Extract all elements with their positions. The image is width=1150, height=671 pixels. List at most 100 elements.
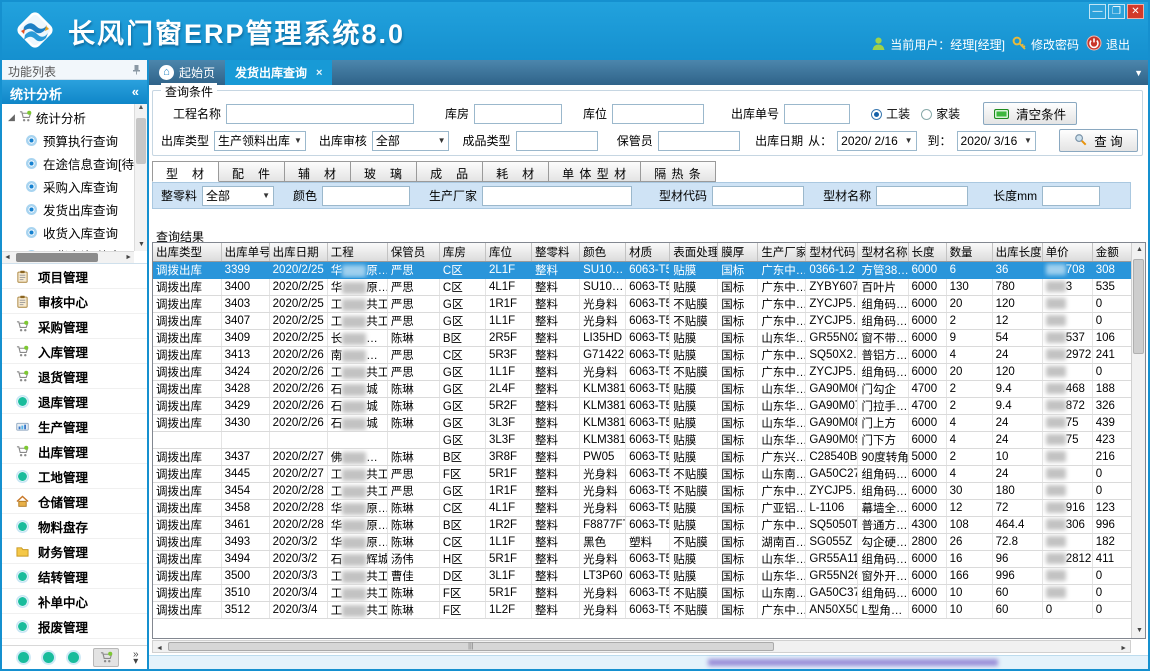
- table-row[interactable]: 调拨出库34372020/2/27佛…陈琳B区3R8F整料PW056063-T5…: [153, 449, 1138, 466]
- table-row[interactable]: 调拨出库34072020/2/25工共工程严思G区1L1F整料光身料6063-T…: [153, 313, 1138, 330]
- table-horizontal-scrollbar[interactable]: ◄|||►: [152, 640, 1131, 653]
- column-header-生产厂家[interactable]: 生产厂家: [758, 243, 806, 262]
- dot-icon[interactable]: [68, 652, 79, 663]
- profile-code-input[interactable]: [712, 186, 804, 206]
- column-header-保管员[interactable]: 保管员: [387, 243, 439, 262]
- material-tab-配件[interactable]: 配 件: [219, 161, 285, 182]
- outbound-type-select[interactable]: 生产领料出库▼: [214, 131, 306, 151]
- table-row[interactable]: 调拨出库34612020/2/28华原…陈琳B区1R2F整料F8877FT606…: [153, 517, 1138, 534]
- column-header-单价[interactable]: 单价: [1042, 243, 1092, 262]
- table-row[interactable]: 调拨出库34282020/2/26石城陈琳G区2L4F整料KLM38176063…: [153, 381, 1138, 398]
- material-tab-辅材[interactable]: 辅 材: [285, 161, 351, 182]
- length-input[interactable]: [1042, 186, 1100, 206]
- sidebar-item-财务管理[interactable]: 财务管理: [2, 539, 147, 564]
- whole-part-select[interactable]: 全部▼: [202, 186, 274, 206]
- sidebar-item-结转管理[interactable]: 结转管理: [2, 564, 147, 589]
- column-header-工程[interactable]: 工程: [327, 243, 387, 262]
- table-row[interactable]: 调拨出库34302020/2/26石城陈琳G区3L3F整料KLM38176063…: [153, 415, 1138, 432]
- sidebar-item-生产管理[interactable]: 生产管理: [2, 414, 147, 439]
- minimize-button[interactable]: —: [1089, 4, 1106, 19]
- date-to-picker[interactable]: 2020/ 3/16▼: [957, 131, 1036, 151]
- tab-close-icon[interactable]: ×: [316, 67, 322, 79]
- dot-icon[interactable]: [18, 652, 29, 663]
- column-header-表面处理[interactable]: 表面处理: [670, 243, 718, 262]
- sidebar-item-补单中心[interactable]: 补单中心: [2, 589, 147, 614]
- tab-overflow-icon[interactable]: ▼: [1134, 68, 1143, 78]
- tab-home[interactable]: ⌂ 起始页: [149, 60, 225, 85]
- sidebar-item-项目管理[interactable]: 项目管理: [2, 264, 147, 289]
- tree-item-采购入库查询[interactable]: 采购入库查询: [8, 175, 133, 198]
- sidebar-item-仓储管理[interactable]: 仓储管理: [2, 489, 147, 514]
- table-row[interactable]: 调拨出库35102020/3/4工共工程陈琳F区5R1F整料光身料6063-T5…: [153, 585, 1138, 602]
- column-header-材质[interactable]: 材质: [626, 243, 670, 262]
- column-header-出库长度[interactable]: 出库长度: [992, 243, 1042, 262]
- material-tab-单体型材[interactable]: 单 体 型 材: [549, 161, 641, 182]
- sidebar-item-物料盘存[interactable]: 物料盘存: [2, 514, 147, 539]
- sidebar-item-报废管理[interactable]: 报废管理: [2, 614, 147, 639]
- material-tab-成品[interactable]: 成 品: [417, 161, 483, 182]
- column-header-库房[interactable]: 库房: [439, 243, 485, 262]
- clear-conditions-button[interactable]: 清空条件: [983, 102, 1077, 125]
- close-button[interactable]: ✕: [1127, 4, 1144, 19]
- date-from-picker[interactable]: 2020/ 2/16▼: [837, 131, 916, 151]
- manufacturer-input[interactable]: [482, 186, 632, 206]
- table-row[interactable]: 调拨出库34002020/2/25华原…严思C区4L1F整料SU10…6063-…: [153, 279, 1138, 296]
- table-row[interactable]: 调拨出库34132020/2/26南…严思C区5R3F整料G714226063-…: [153, 347, 1138, 364]
- dot-icon[interactable]: [43, 652, 54, 663]
- table-row[interactable]: 调拨出库34292020/2/26石城陈琳G区5R2F整料KLM38176063…: [153, 398, 1138, 415]
- table-row[interactable]: 调拨出库34092020/2/25长…陈琳B区2R5F整料LI35HD6063-…: [153, 330, 1138, 347]
- table-row[interactable]: 调拨出库35122020/3/4工共工程陈琳F区1L2F整料光身料6063-T5…: [153, 602, 1138, 619]
- table-row[interactable]: G区3L3F整料KLM38176063-T5贴膜国标山东华…GA90M09.门下…: [153, 432, 1138, 449]
- keeper-input[interactable]: [658, 131, 740, 151]
- material-tab-型材[interactable]: 型 材: [152, 161, 219, 182]
- pin-icon[interactable]: [132, 64, 141, 78]
- sidebar-section-header[interactable]: 统计分析 «: [2, 80, 147, 104]
- table-row[interactable]: 调拨出库34942020/3/2石辉城汤伟H区5R1F整料光身料6063-T5贴…: [153, 551, 1138, 568]
- change-password-button[interactable]: 修改密码: [1012, 36, 1079, 54]
- material-tab-玻璃[interactable]: 玻 璃: [351, 161, 417, 182]
- sidebar-item-入库管理[interactable]: 入库管理: [2, 339, 147, 364]
- column-header-型材名称[interactable]: 型材名称: [858, 243, 908, 262]
- tree-expander-icon[interactable]: ◢: [8, 112, 15, 123]
- project-name-input[interactable]: [226, 104, 414, 124]
- collapse-icon[interactable]: «: [132, 84, 139, 104]
- color-input[interactable]: [322, 186, 410, 206]
- column-header-型材代码[interactable]: 型材代码: [806, 243, 858, 262]
- column-header-库位[interactable]: 库位: [485, 243, 531, 262]
- table-row[interactable]: 调拨出库34542020/2/28工共工程严思G区1R1F整料光身料6063-T…: [153, 483, 1138, 500]
- product-type-input[interactable]: [516, 131, 598, 151]
- profile-name-input[interactable]: [876, 186, 968, 206]
- column-header-出库类型[interactable]: 出库类型: [153, 243, 221, 262]
- radio-work-clothes[interactable]: 工装: [871, 105, 910, 122]
- more-button[interactable]: »▾: [133, 651, 139, 665]
- column-header-整零料[interactable]: 整零料: [532, 243, 580, 262]
- radio-home-decoration[interactable]: 家装: [921, 105, 960, 122]
- tab-shipment-outbound-query[interactable]: 发货出库查询 ×: [225, 60, 332, 85]
- tree-item-在途信息查询[待[interactable]: 在途信息查询[待: [8, 152, 133, 175]
- column-header-长度[interactable]: 长度: [908, 243, 946, 262]
- column-header-膜厚[interactable]: 膜厚: [718, 243, 758, 262]
- sidebar-item-出库管理[interactable]: 出库管理: [2, 439, 147, 464]
- table-row[interactable]: 调拨出库34032020/2/25工共工程严思G区1R1F整料光身料6063-T…: [153, 296, 1138, 313]
- sidebar-item-审核中心[interactable]: 审核中心: [2, 289, 147, 314]
- search-button[interactable]: 查 询: [1059, 129, 1138, 152]
- sidebar-item-工地管理[interactable]: 工地管理: [2, 464, 147, 489]
- column-header-数量[interactable]: 数量: [946, 243, 992, 262]
- column-header-出库日期[interactable]: 出库日期: [269, 243, 327, 262]
- tree-item-收货入库查询[interactable]: 收货入库查询: [8, 221, 133, 244]
- logout-button[interactable]: 退出: [1086, 35, 1130, 54]
- tree-horizontal-scrollbar[interactable]: ◄►: [2, 251, 134, 263]
- table-row[interactable]: 调拨出库33992020/2/25华原…严思C区2L1F整料SU10…6063-…: [153, 262, 1138, 279]
- tree-item-发货出库查询[interactable]: 发货出库查询: [8, 198, 133, 221]
- sidebar-item-采购管理[interactable]: 采购管理: [2, 314, 147, 339]
- tree-root[interactable]: ◢ 统计分析: [8, 108, 133, 127]
- column-header-出库单号[interactable]: 出库单号: [221, 243, 269, 262]
- location-input[interactable]: [612, 104, 704, 124]
- table-row[interactable]: 调拨出库34242020/2/26工共工程严思G区1L1F整料光身料6063-T…: [153, 364, 1138, 381]
- material-tab-耗材[interactable]: 耗 材: [483, 161, 549, 182]
- table-row[interactable]: 调拨出库35002020/3/3工共工程曹佳D区3L1F整料LT3P606063…: [153, 568, 1138, 585]
- sidebar-item-退货管理[interactable]: 退货管理: [2, 364, 147, 389]
- cart-shortcut-button[interactable]: [93, 648, 119, 667]
- outbound-audit-select[interactable]: 全部▼: [372, 131, 450, 151]
- tree-item-预算执行查询[interactable]: 预算执行查询: [8, 129, 133, 152]
